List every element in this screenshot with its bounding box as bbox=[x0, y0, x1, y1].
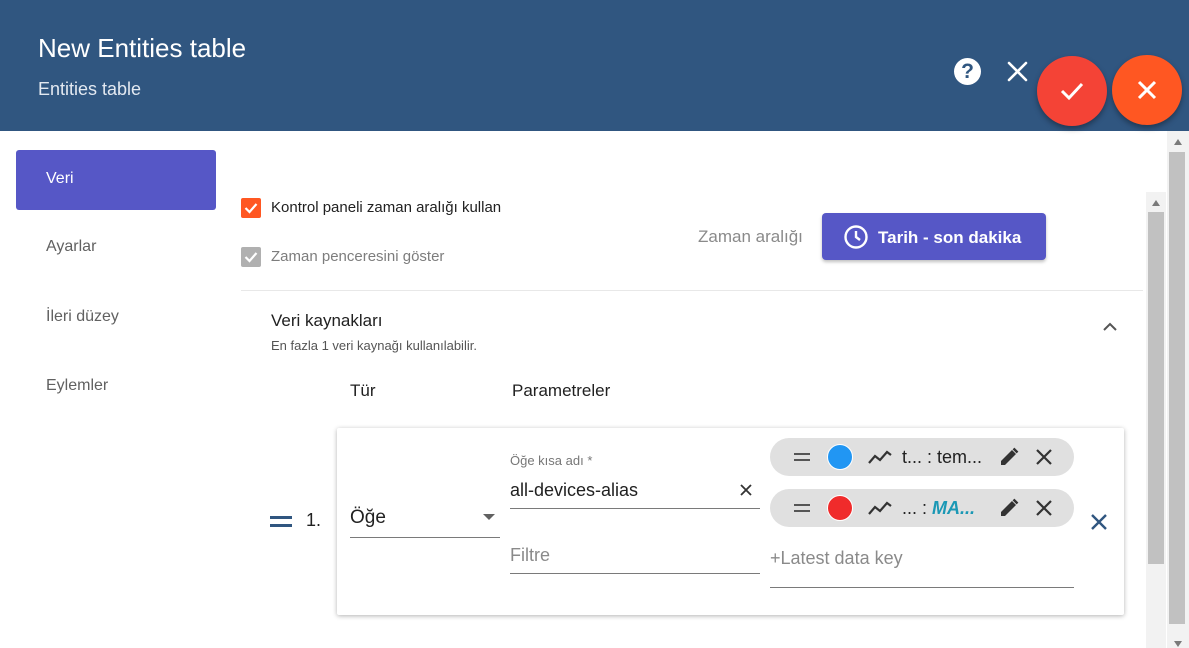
sidebar-item-eylemler[interactable]: Eylemler bbox=[16, 357, 216, 417]
timewindow-button[interactable]: Tarih - son dakika bbox=[822, 213, 1046, 260]
sidebar-item-veri[interactable]: Veri bbox=[16, 150, 216, 210]
inner-scrollbar[interactable] bbox=[1146, 192, 1166, 648]
datasources-title: Veri kaynakları bbox=[271, 311, 383, 330]
datasource-type-value: Öğe bbox=[350, 507, 386, 528]
alias-field-label: Öğe kısa adı * bbox=[510, 453, 593, 468]
key-color-swatch[interactable] bbox=[827, 444, 853, 470]
decline-button[interactable] bbox=[1112, 55, 1182, 125]
panel-divider bbox=[241, 290, 1143, 291]
key-color-swatch[interactable] bbox=[827, 495, 853, 521]
dialog-header: New Entities table Entities table ? bbox=[0, 0, 1189, 131]
remove-key-icon[interactable] bbox=[1034, 498, 1054, 518]
clear-icon[interactable] bbox=[739, 483, 753, 497]
check-icon bbox=[1060, 82, 1084, 101]
chevron-up-icon[interactable] bbox=[1101, 319, 1119, 338]
close-icon[interactable] bbox=[1004, 58, 1031, 85]
sidebar-item-label: İleri düzey bbox=[46, 308, 119, 325]
filter-input[interactable]: Filtre bbox=[510, 535, 760, 574]
dropdown-arrow-icon bbox=[483, 514, 495, 520]
datasource-index: 1. bbox=[306, 510, 322, 530]
dialog-subtitle: Entities table bbox=[38, 79, 142, 99]
edit-icon[interactable] bbox=[998, 497, 1020, 519]
timeseries-icon bbox=[868, 501, 892, 515]
check-icon bbox=[244, 252, 258, 263]
column-header-type: Tür bbox=[350, 381, 376, 400]
outer-scroll-thumb[interactable] bbox=[1169, 152, 1185, 624]
timeseries-icon bbox=[868, 450, 892, 464]
remove-datasource-icon[interactable] bbox=[1089, 512, 1109, 537]
outer-scrollbar[interactable] bbox=[1167, 131, 1189, 648]
apply-button[interactable] bbox=[1037, 56, 1107, 126]
check-icon bbox=[244, 203, 258, 214]
drag-handle-icon[interactable] bbox=[794, 453, 810, 465]
data-key-chip[interactable]: ... : MA... bbox=[770, 489, 1074, 527]
data-key-label: ... : MA... bbox=[902, 498, 976, 518]
show-timewindow-checkbox[interactable] bbox=[241, 247, 261, 267]
drag-handle-icon[interactable] bbox=[270, 516, 292, 527]
timewindow-button-label: Tarih - son dakika bbox=[878, 228, 1022, 247]
sidebar-item-label: Ayarlar bbox=[46, 238, 97, 255]
datasources-hint: En fazla 1 veri kaynağı kullanılabilir. bbox=[271, 338, 477, 353]
alias-input-value: all-devices-alias bbox=[510, 480, 639, 500]
use-dashboard-timewindow-label: Kontrol paneli zaman aralığı kullan bbox=[271, 199, 502, 216]
scroll-down-icon[interactable] bbox=[1174, 641, 1182, 647]
show-timewindow-label: Zaman penceresini göster bbox=[271, 248, 445, 265]
edit-icon[interactable] bbox=[998, 446, 1020, 468]
dialog-title: New Entities table bbox=[38, 33, 247, 63]
remove-key-icon[interactable] bbox=[1034, 447, 1054, 467]
sidebar-item-label: Veri bbox=[46, 170, 74, 187]
scroll-up-icon[interactable] bbox=[1174, 139, 1182, 145]
alias-input[interactable]: all-devices-alias bbox=[510, 475, 760, 509]
help-circle-icon[interactable]: ? bbox=[954, 58, 981, 85]
filter-placeholder: Filtre bbox=[510, 545, 550, 565]
latest-data-key-placeholder: +Latest data key bbox=[770, 548, 903, 568]
sidebar-item-ileri-duzey[interactable]: İleri düzey bbox=[16, 288, 216, 348]
drag-handle-icon[interactable] bbox=[794, 504, 810, 516]
timewindow-label: Zaman aralığı bbox=[698, 227, 803, 246]
column-header-params: Parametreler bbox=[512, 381, 611, 400]
data-key-chip[interactable]: t... : tem... bbox=[770, 438, 1074, 476]
data-key-label: t... : tem... bbox=[902, 447, 983, 467]
scroll-up-icon[interactable] bbox=[1152, 200, 1160, 206]
inner-scroll-thumb[interactable] bbox=[1148, 212, 1164, 564]
close-icon bbox=[1137, 80, 1157, 100]
clock-icon bbox=[844, 225, 868, 249]
sidebar-item-label: Eylemler bbox=[46, 377, 109, 394]
latest-data-key-input[interactable]: +Latest data key bbox=[770, 545, 1074, 588]
use-dashboard-timewindow-checkbox[interactable] bbox=[241, 198, 261, 218]
datasource-type-select[interactable]: Öğe bbox=[350, 495, 500, 538]
sidebar-item-ayarlar[interactable]: Ayarlar bbox=[16, 218, 216, 278]
